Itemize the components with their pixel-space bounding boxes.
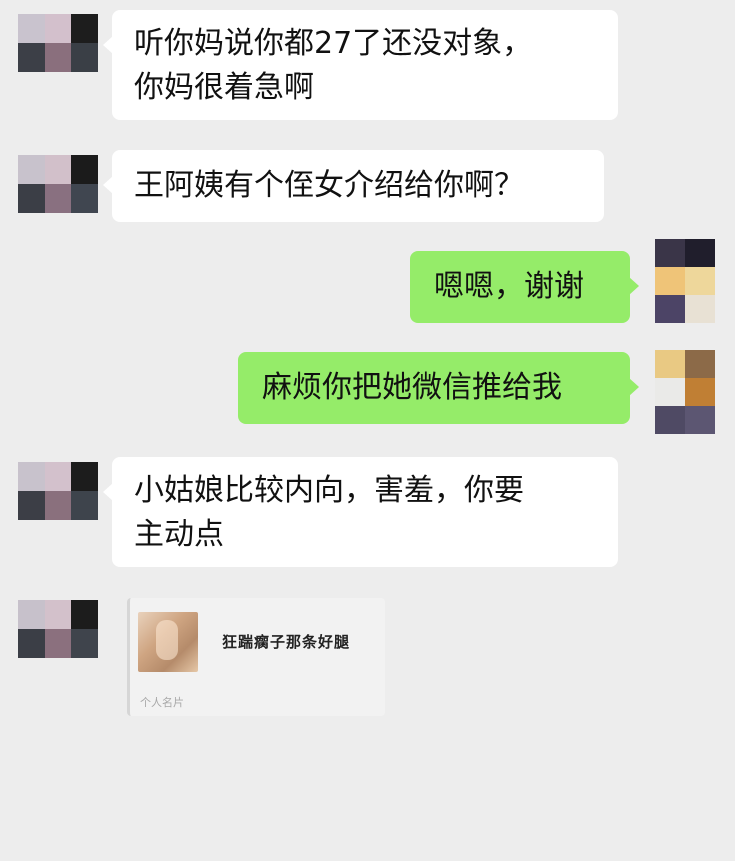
- chat-bubble-outgoing[interactable]: 麻烦你把她微信推给我: [238, 352, 639, 424]
- user-avatar[interactable]: [655, 350, 715, 434]
- contact-avatar[interactable]: [18, 462, 98, 520]
- chat-bubble-incoming[interactable]: 听你妈说你都27了还没对象， 你妈很着急啊: [103, 10, 618, 120]
- contact-avatar[interactable]: [18, 14, 98, 72]
- contact-avatar[interactable]: [18, 600, 98, 658]
- user-avatar[interactable]: [655, 239, 715, 323]
- chat-bubble-incoming[interactable]: 王阿姨有个侄女介绍给你啊？: [103, 150, 604, 222]
- contact-avatar[interactable]: [18, 155, 98, 213]
- contact-card-label: 个人名片: [140, 696, 184, 709]
- chat-bubble-outgoing[interactable]: 嗯嗯，谢谢: [410, 251, 639, 323]
- chat-bubble-incoming[interactable]: 小姑娘比较内向，害羞，你要 主动点: [103, 457, 618, 567]
- contact-card-photo: [138, 612, 198, 672]
- contact-card-name: 狂踹瘸子那条好腿: [222, 633, 351, 651]
- contact-card[interactable]: 狂踹瘸子那条好腿 个人名片: [127, 598, 385, 716]
